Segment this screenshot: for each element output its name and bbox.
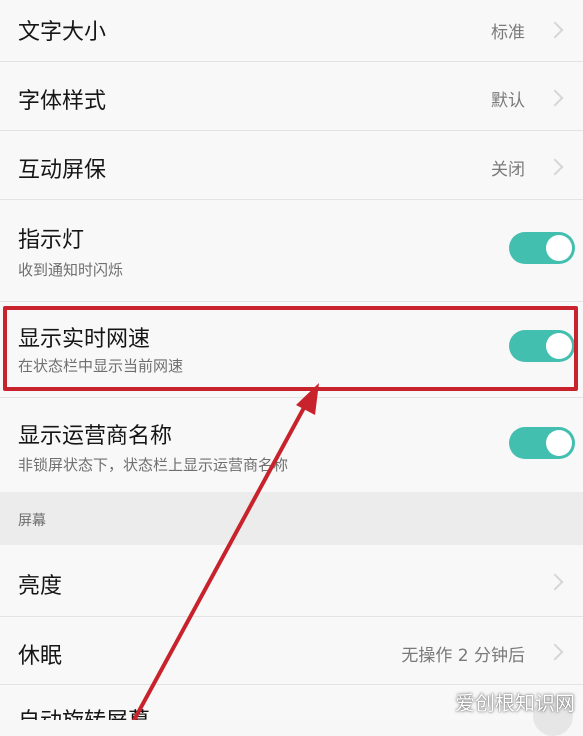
settings-screen: 文字大小 标准 字体样式 默认 互动屏保 关闭 指示灯 收到通知时闪烁 显示实时… bbox=[0, 0, 583, 736]
watermark-text: 爱创根知识网 bbox=[455, 691, 575, 715]
annotation-arrow-icon bbox=[131, 383, 319, 720]
